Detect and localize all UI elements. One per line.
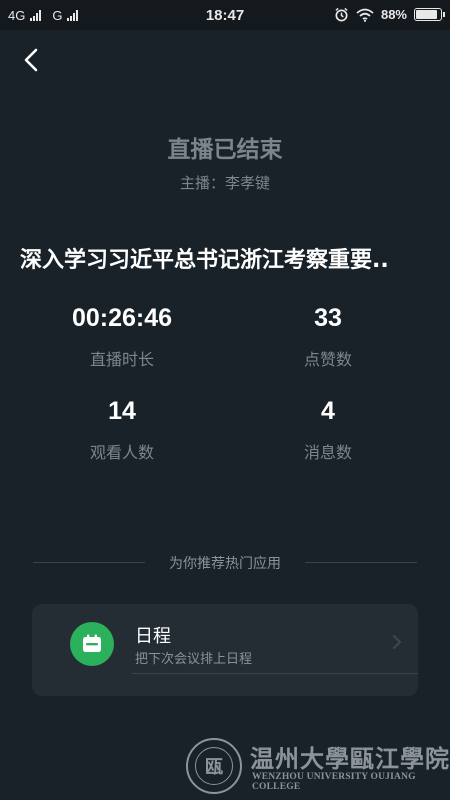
app-title: 日程 [135, 626, 171, 647]
host-label: 主播：李孝键 [179, 174, 270, 192]
system-indicators: 88% [334, 7, 445, 22]
battery-percent: 88% [380, 7, 407, 22]
stat-messages: 4 消息数 [228, 397, 428, 463]
battery-level [416, 10, 438, 19]
college-name-cn: 温州大學甌江學院 [250, 744, 450, 773]
stat-likes: 33 点赞数 [228, 304, 428, 370]
recommend-heading: 为你推荐热门应用 [169, 556, 281, 572]
stat-viewers: 14 观看人数 [22, 397, 222, 463]
card-divider [132, 673, 418, 674]
stat-value: 14 [108, 397, 136, 425]
app-card-schedule[interactable]: 日程 把下次会议排上日程 [32, 604, 418, 696]
stat-value: 33 [314, 304, 342, 332]
stat-label: 点赞数 [303, 350, 352, 369]
recommend-divider: 为你推荐热门应用 [33, 551, 417, 573]
divider-line [305, 562, 417, 563]
wifi-icon [356, 8, 374, 22]
college-name-en: WENZHOU UNIVERSITY OUJIANG COLLEGE [252, 772, 416, 792]
stat-label: 直播时长 [89, 350, 154, 369]
alarm-icon [335, 7, 348, 22]
stat-label: 消息数 [303, 443, 352, 462]
stat-value: 4 [321, 397, 335, 425]
chevron-left-icon [24, 48, 38, 72]
app-icon-badge [70, 622, 114, 666]
live-ended-title: 直播已结束 [167, 137, 283, 163]
live-stream-title: 深入学习习近平总书记浙江考察重要.. [20, 248, 389, 273]
stat-label: 观看人数 [89, 443, 154, 462]
seal-center: 瓯 [195, 747, 233, 785]
calendar-icon [83, 634, 101, 652]
chevron-right-icon [393, 635, 402, 649]
app-subtitle: 把下次会议排上日程 [135, 652, 253, 667]
college-seal-logo: 瓯 [186, 738, 242, 794]
back-button[interactable] [18, 44, 48, 76]
stat-value: 00:26:46 [71, 304, 173, 332]
stat-duration: 00:26:46 直播时长 [22, 304, 222, 370]
battery-icon [414, 8, 445, 21]
status-bar: 4G G 18:47 88% [0, 0, 450, 30]
